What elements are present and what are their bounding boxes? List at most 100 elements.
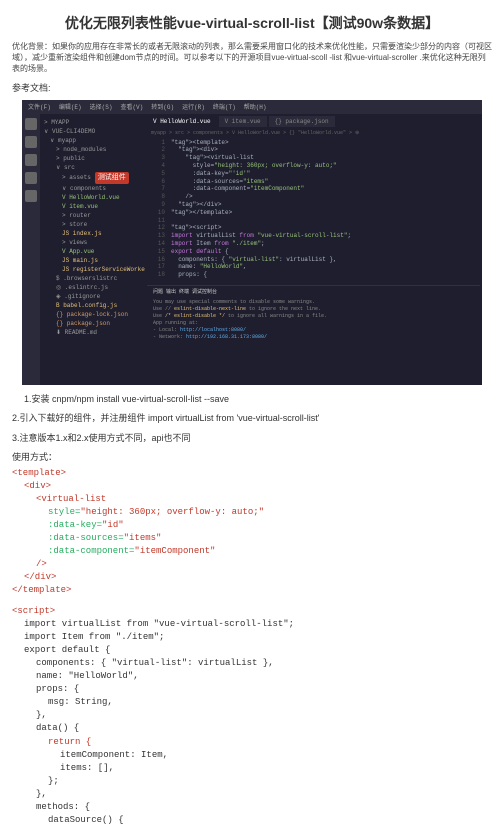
breadcrumb: myapp > src > components > V HelloWorld.… bbox=[147, 129, 480, 137]
explorer-icon bbox=[25, 118, 37, 130]
tree-item: > views bbox=[42, 238, 143, 247]
code-line: 12"tag"><script> bbox=[151, 224, 476, 232]
term-line: Use // eslint-disable-next-line to ignor… bbox=[153, 306, 474, 313]
code-line: 16 components: { "virtual-list": virtual… bbox=[151, 256, 476, 264]
menu-view: 查看(V) bbox=[120, 102, 143, 111]
code-line: 7 :data-component="itemComponent" bbox=[151, 185, 476, 193]
tree-item: B babel.config.js bbox=[42, 301, 143, 310]
code-line: 3 "tag"><virtual-list bbox=[151, 154, 476, 162]
step-4: 使用方式： bbox=[12, 451, 492, 465]
term-line: You may use special comments to disable … bbox=[153, 299, 474, 306]
vscode-screenshot: 文件(F) 编辑(E) 选择(S) 查看(V) 转到(G) 运行(R) 终端(T… bbox=[22, 100, 482, 385]
ext-icon bbox=[25, 190, 37, 202]
tree-item: > router bbox=[42, 211, 143, 220]
menu-select: 选择(S) bbox=[90, 102, 113, 111]
cs-l19: }, bbox=[12, 709, 492, 722]
cs-l8: /> bbox=[12, 558, 492, 571]
tree-item: ∨ myapp bbox=[42, 136, 143, 145]
cs-l27: dataSource() { bbox=[12, 814, 492, 827]
cs-comp-val: "itemComponent" bbox=[134, 546, 215, 556]
code-line: 2 "tag"><div> bbox=[151, 146, 476, 154]
cs-l23: items: [], bbox=[12, 762, 492, 775]
step-2: 2.引入下载好的组件，并注册组件 import virtualList from… bbox=[12, 412, 492, 426]
tree-folder: ∨ VUE-CLI4DEMO bbox=[42, 127, 143, 136]
code-editor: 1"tag"><template>2 "tag"><div>3 "tag"><v… bbox=[147, 137, 480, 281]
cs-key-val: "id" bbox=[102, 520, 124, 530]
cs-l18: msg: String, bbox=[12, 696, 492, 709]
terminal-panel: 问题 输出 终端 调试控制台 You may use special comme… bbox=[147, 285, 480, 344]
search-icon bbox=[25, 136, 37, 148]
vscode-menubar: 文件(F) 编辑(E) 选择(S) 查看(V) 转到(G) 运行(R) 终端(T… bbox=[22, 100, 482, 114]
cs-l21: return { bbox=[12, 736, 492, 749]
code-line: 13import virtualList from "vue-virtual-s… bbox=[151, 232, 476, 240]
cs-l22: itemComponent: Item, bbox=[12, 749, 492, 762]
term-line: Use /* eslint-disable */ to ignore all w… bbox=[153, 313, 474, 320]
cs-l9: </div> bbox=[12, 571, 492, 584]
cs-l15: components: { "virtual-list": virtualLis… bbox=[12, 657, 492, 670]
tree-item: {} package.json bbox=[42, 319, 143, 328]
debug-icon bbox=[25, 172, 37, 184]
menu-file: 文件(F) bbox=[28, 102, 51, 111]
tree-item: JS main.js bbox=[42, 256, 143, 265]
step-1: 1.安装 cnpm/npm install vue-virtual-scroll… bbox=[12, 393, 492, 407]
tree-item: > public bbox=[42, 154, 143, 163]
code-line: 8 /> bbox=[151, 193, 476, 201]
term-tabs: 问题 输出 终端 调试控制台 bbox=[153, 289, 474, 296]
editor-area: V HelloWorld.vue V item.vue {} package.j… bbox=[145, 114, 482, 385]
cs-l26: methods: { bbox=[12, 801, 492, 814]
term-line: - Network: http://192.168.31.173:8080/ bbox=[153, 334, 474, 341]
cs-src-attr: :data-sources= bbox=[48, 533, 124, 543]
code-line: 4 style="height: 360px; overflow-y: auto… bbox=[151, 162, 476, 170]
code-line: 11 bbox=[151, 217, 476, 225]
cs-l11: <script> bbox=[12, 605, 492, 618]
cs-l16: name: "HelloWorld", bbox=[12, 670, 492, 683]
tree-item: V App.vue bbox=[42, 247, 143, 256]
code-sample: <template> <div> <virtual-list style="he… bbox=[12, 467, 492, 827]
code-line: 14import Item from "./item"; bbox=[151, 240, 476, 248]
cs-style-attr: style= bbox=[48, 507, 80, 517]
tree-item: ◈ .gitignore bbox=[42, 292, 143, 301]
tab-pkg: {} package.json bbox=[269, 116, 335, 127]
reference-label: 参考文档: bbox=[12, 81, 492, 94]
tree-item: > store bbox=[42, 220, 143, 229]
cs-l1: <template> bbox=[12, 467, 492, 480]
code-line: 1"tag"><template> bbox=[151, 139, 476, 147]
cs-l2: <div> bbox=[12, 480, 492, 493]
tree-item: JS registerServiceWorker.js bbox=[42, 265, 143, 274]
tree-item: > assets测试组件 bbox=[42, 172, 143, 185]
file-tree: > MYAPP ∨ VUE-CLI4DEMO ∨ myapp> node_mod… bbox=[40, 114, 145, 385]
tab-hello: V HelloWorld.vue bbox=[147, 116, 217, 127]
intro-text: 优化背景：如果你的应用存在非常长的或者无限滚动的列表，那么需要采用窗口化的技术来… bbox=[12, 41, 492, 75]
tab-item: V item.vue bbox=[219, 116, 267, 127]
cs-src-val: "items" bbox=[124, 533, 162, 543]
page-title: 优化无限列表性能vue-virtual-scroll-list【测试90w条数据… bbox=[12, 13, 492, 33]
cs-l12: import virtualList from "vue-virtual-scr… bbox=[12, 618, 492, 631]
editor-tabs: V HelloWorld.vue V item.vue {} package.j… bbox=[147, 116, 480, 127]
cs-comp-attr: :data-component= bbox=[48, 546, 134, 556]
menu-goto: 转到(G) bbox=[151, 102, 174, 111]
cs-l20: data() { bbox=[12, 722, 492, 735]
cs-l17: props: { bbox=[12, 683, 492, 696]
code-line: 6 :data-sources="items" bbox=[151, 178, 476, 186]
cs-l10: </template> bbox=[12, 584, 492, 597]
tree-item: ◎ .eslintrc.js bbox=[42, 283, 143, 292]
menu-terminal: 终端(T) bbox=[213, 102, 236, 111]
code-line: 9 "tag"></div> bbox=[151, 201, 476, 209]
code-line: 18 props: { bbox=[151, 271, 476, 279]
git-icon bbox=[25, 154, 37, 166]
tree-root: > MYAPP bbox=[42, 118, 143, 127]
cs-l3: <virtual-list bbox=[12, 493, 492, 506]
cs-l25: }, bbox=[12, 788, 492, 801]
tree-item: > node_modules bbox=[42, 145, 143, 154]
cs-style-val: "height: 360px; overflow-y: auto;" bbox=[80, 507, 264, 517]
tree-item: ⬇ README.md bbox=[42, 328, 143, 337]
tree-item: V HelloWorld.vue bbox=[42, 193, 143, 202]
term-line: App running at: bbox=[153, 320, 474, 327]
cs-l24: }; bbox=[12, 775, 492, 788]
code-line: 17 name: "HelloWorld", bbox=[151, 263, 476, 271]
cs-key-attr: :data-key= bbox=[48, 520, 102, 530]
code-line: 10"tag"></template> bbox=[151, 209, 476, 217]
tree-item: JS index.js bbox=[42, 229, 143, 238]
tree-item: {} package-lock.json bbox=[42, 310, 143, 319]
step-3: 3.注意版本1.x和2.x使用方式不同，api也不同 bbox=[12, 432, 492, 446]
